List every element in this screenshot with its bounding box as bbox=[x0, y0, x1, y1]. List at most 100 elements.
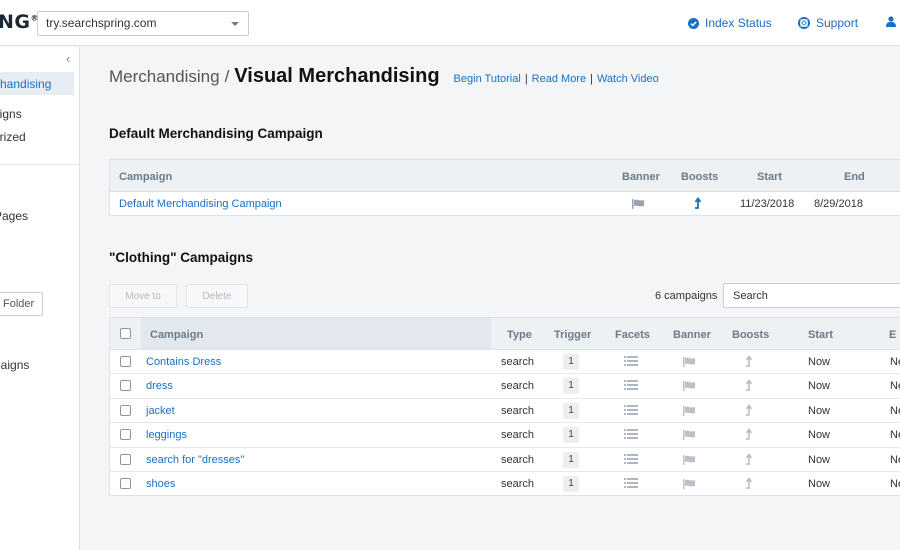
boost-arrow-icon[interactable] bbox=[745, 477, 753, 489]
sidebar-item-other-campaigns[interactable]: paigns bbox=[0, 358, 29, 372]
boost-arrow-icon[interactable] bbox=[745, 428, 753, 440]
user-icon bbox=[886, 16, 896, 27]
breadcrumb[interactable]: Merchandising bbox=[109, 67, 220, 87]
col-type[interactable]: Type bbox=[507, 329, 532, 341]
start-value: Now bbox=[808, 356, 831, 368]
boost-arrow-icon[interactable] bbox=[745, 404, 753, 416]
table-row[interactable]: Default Merchandising Campaign 11/23/201… bbox=[110, 192, 900, 216]
campaign-link[interactable]: leggings bbox=[146, 429, 187, 441]
boost-arrow-icon[interactable] bbox=[694, 197, 702, 209]
list-icon[interactable] bbox=[624, 477, 638, 488]
flag-icon[interactable] bbox=[683, 405, 696, 416]
campaign-link[interactable]: dress bbox=[146, 380, 173, 392]
campaign-link[interactable]: shoes bbox=[146, 478, 175, 490]
move-to-button[interactable]: Move to bbox=[109, 284, 177, 308]
trigger-count-badge[interactable]: 1 bbox=[563, 378, 579, 395]
default-campaign-table: Campaign Banner Boosts Start End Default… bbox=[109, 159, 900, 216]
index-status-label: Index Status bbox=[705, 16, 772, 30]
select-all-checkbox[interactable] bbox=[120, 328, 131, 339]
flag-icon[interactable] bbox=[683, 430, 696, 441]
list-icon[interactable] bbox=[624, 404, 638, 415]
campaign-type: search bbox=[501, 429, 535, 442]
row-checkbox[interactable] bbox=[120, 453, 131, 465]
main-content: Merchandising / Visual Merchandising Beg… bbox=[81, 47, 900, 550]
sidebar-item-categorized[interactable]: orized bbox=[0, 130, 26, 144]
delete-button[interactable]: Delete bbox=[186, 284, 248, 308]
col-end: End bbox=[844, 171, 865, 183]
sidebar-item-merchandising[interactable]: chandising bbox=[0, 72, 74, 95]
index-status-link[interactable]: Index Status bbox=[688, 16, 772, 30]
user-menu[interactable] bbox=[886, 16, 896, 27]
page-header: Merchandising / Visual Merchandising Beg… bbox=[109, 65, 659, 88]
col-trigger[interactable]: Trigger bbox=[554, 329, 591, 341]
table-row[interactable]: leggings search 1 Now Ne bbox=[110, 423, 900, 448]
campaign-type: search bbox=[501, 380, 535, 393]
boost-arrow-icon[interactable] bbox=[745, 452, 753, 465]
sidebar-item-campaigns[interactable]: aigns bbox=[0, 107, 22, 121]
col-facets[interactable]: Facets bbox=[615, 329, 650, 341]
table-row[interactable]: shoes search 1 Now Ne bbox=[110, 472, 900, 496]
col-boosts[interactable]: Boosts bbox=[732, 329, 769, 341]
flag-icon[interactable] bbox=[683, 381, 696, 392]
start-value: Now bbox=[808, 404, 831, 417]
col-campaign: Campaign bbox=[119, 171, 173, 183]
flag-icon[interactable] bbox=[683, 454, 696, 465]
col-banner: Banner bbox=[622, 171, 660, 183]
table-row[interactable]: jacket search 1 Now Ne bbox=[110, 399, 900, 424]
logo[interactable]: NG® bbox=[0, 11, 39, 33]
watch-video-link[interactable]: Watch Video bbox=[597, 73, 659, 85]
list-icon[interactable] bbox=[624, 429, 638, 440]
campaign-type: search bbox=[501, 404, 535, 417]
end-value: Ne bbox=[890, 429, 900, 442]
row-checkbox[interactable] bbox=[120, 477, 131, 489]
campaign-link[interactable]: Contains Dress bbox=[146, 356, 221, 368]
table-row[interactable]: dress search 1 Now Ne bbox=[110, 374, 900, 399]
row-checkbox[interactable] bbox=[120, 404, 131, 416]
default-campaign-title: Default Merchandising Campaign bbox=[109, 126, 323, 141]
search-input[interactable]: Search bbox=[723, 283, 900, 308]
table-row[interactable]: search for "dresses" search 1 Now Ne bbox=[110, 448, 900, 472]
start-value: Now bbox=[808, 429, 831, 442]
move-to-label: Move to bbox=[125, 291, 161, 302]
col-campaign[interactable]: Campaign bbox=[150, 329, 203, 341]
campaign-type: search bbox=[501, 453, 535, 466]
trigger-count-badge[interactable]: 1 bbox=[563, 354, 579, 370]
end-date: 8/29/2018 bbox=[814, 198, 863, 210]
campaign-type: search bbox=[501, 477, 535, 490]
trigger-count-badge[interactable]: 1 bbox=[563, 427, 579, 444]
row-checkbox[interactable] bbox=[120, 356, 131, 367]
flag-icon[interactable] bbox=[683, 478, 696, 489]
table-header: Campaign Banner Boosts Start End bbox=[110, 160, 900, 192]
col-start[interactable]: Start bbox=[808, 329, 833, 341]
flag-icon[interactable] bbox=[683, 357, 696, 367]
col-banner[interactable]: Banner bbox=[673, 329, 711, 341]
support-link[interactable]: Support bbox=[798, 16, 858, 30]
begin-tutorial-link[interactable]: Begin Tutorial bbox=[454, 73, 521, 85]
boost-arrow-icon[interactable] bbox=[745, 379, 753, 392]
row-checkbox[interactable] bbox=[120, 380, 131, 392]
read-more-link[interactable]: Read More bbox=[532, 73, 586, 85]
campaign-link[interactable]: Default Merchandising Campaign bbox=[119, 198, 282, 210]
trigger-count-badge[interactable]: 1 bbox=[563, 451, 579, 468]
new-folder-button[interactable]: Folder bbox=[0, 292, 43, 316]
trigger-count-badge[interactable]: 1 bbox=[563, 402, 579, 419]
collapse-chevron-icon[interactable]: ‹ bbox=[66, 51, 70, 66]
site-select[interactable]: try.searchspring.com bbox=[37, 11, 249, 36]
campaign-link[interactable]: jacket bbox=[146, 405, 175, 417]
boost-arrow-icon[interactable] bbox=[745, 355, 753, 367]
list-icon[interactable] bbox=[624, 453, 638, 464]
table-header: Campaign Type Trigger Facets Banner Boos… bbox=[110, 318, 900, 350]
campaign-link[interactable]: search for "dresses" bbox=[146, 454, 244, 466]
trigger-count-badge[interactable]: 1 bbox=[563, 475, 579, 492]
search-input-value: Search bbox=[733, 290, 768, 302]
col-end[interactable]: E bbox=[889, 329, 896, 341]
list-icon[interactable] bbox=[624, 356, 638, 366]
row-checkbox[interactable] bbox=[120, 429, 131, 441]
list-icon[interactable] bbox=[624, 380, 638, 391]
table-row[interactable]: Contains Dress search 1 Now Ne bbox=[110, 350, 900, 375]
sidebar-item-pages[interactable]: Pages bbox=[0, 209, 28, 223]
flag-icon[interactable] bbox=[632, 199, 645, 209]
start-value: Now bbox=[808, 453, 831, 466]
start-value: Now bbox=[808, 380, 831, 393]
start-value: Now bbox=[808, 477, 831, 490]
